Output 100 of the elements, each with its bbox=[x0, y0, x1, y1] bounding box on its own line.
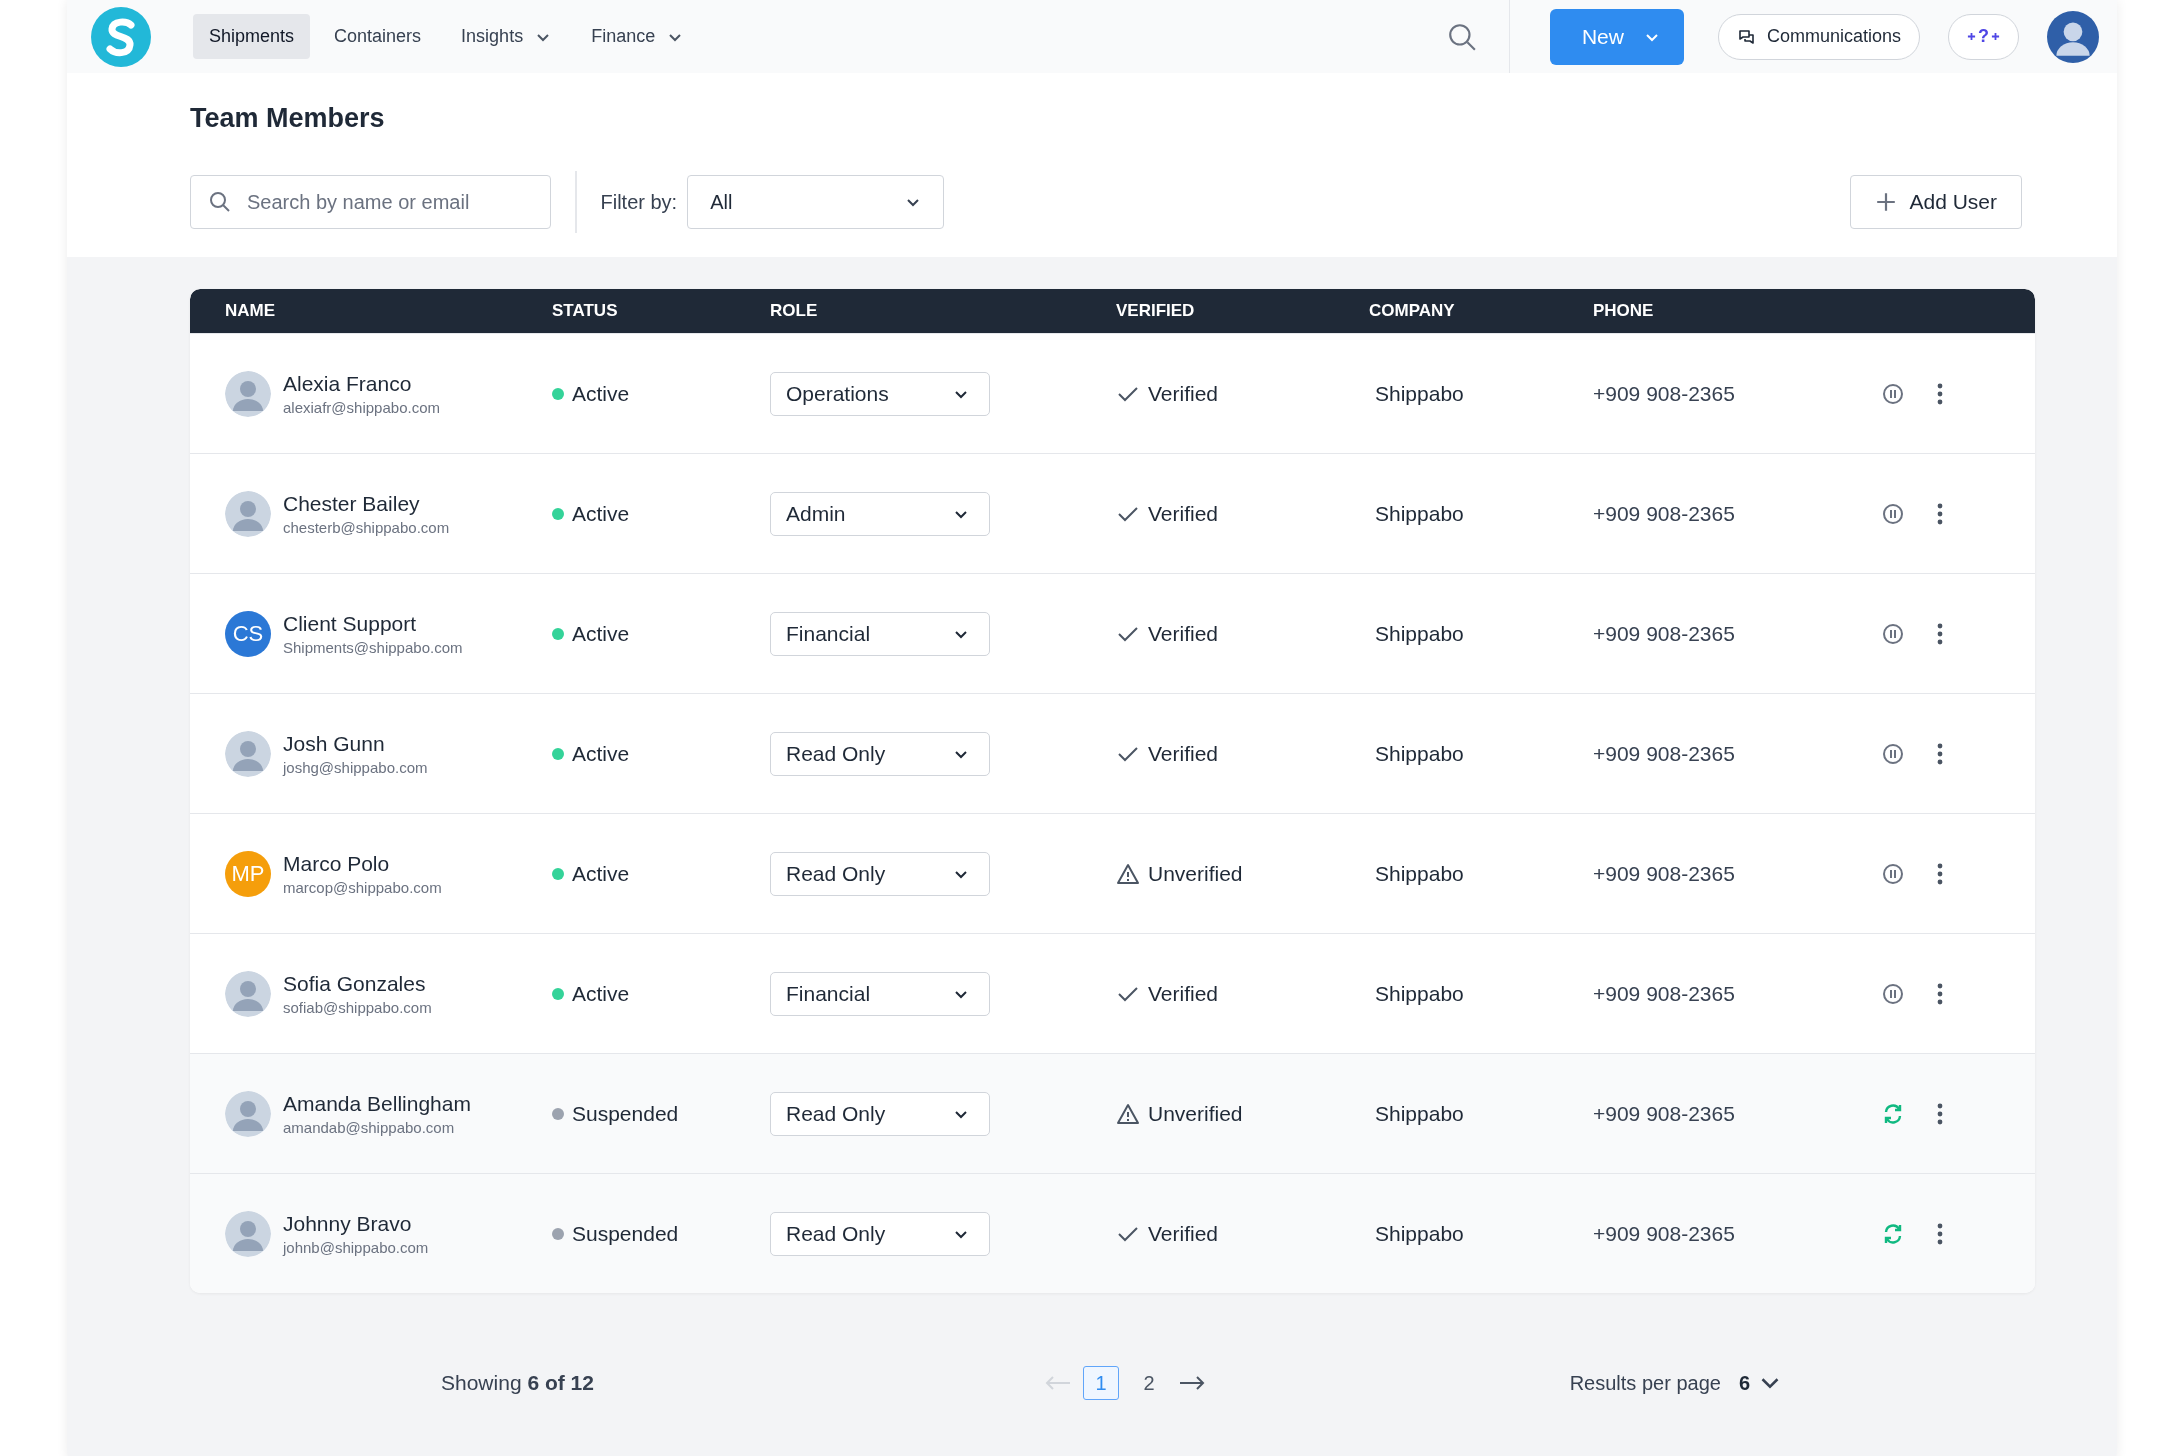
phone-number: +909 908-2365 bbox=[1593, 621, 1735, 645]
role-dropdown[interactable]: Read Only bbox=[770, 731, 990, 776]
add-user-button[interactable]: Add User bbox=[1850, 175, 2022, 229]
member-email: sofiab@shippabo.com bbox=[283, 998, 432, 1016]
member-email: alexiafr@shippabo.com bbox=[283, 398, 440, 416]
search-icon bbox=[208, 190, 232, 214]
plus-icon bbox=[1875, 191, 1898, 213]
more-icon[interactable] bbox=[1937, 502, 1943, 525]
role-dropdown[interactable]: Financial bbox=[770, 611, 990, 656]
status-text: Active bbox=[572, 621, 630, 646]
verification-status: Verified bbox=[1148, 1221, 1219, 1246]
company-name: Shippabo bbox=[1375, 501, 1464, 525]
status-text: Active bbox=[572, 861, 630, 886]
member-name: Amanda Bellingham bbox=[283, 1091, 471, 1116]
member-email: johnb@shippabo.com bbox=[283, 1238, 429, 1256]
phone-number: +909 908-2365 bbox=[1593, 1221, 1735, 1245]
company-name: Shippabo bbox=[1375, 1221, 1464, 1245]
role-dropdown[interactable]: Financial bbox=[770, 971, 990, 1016]
phone-number: +909 908-2365 bbox=[1593, 861, 1735, 885]
role-dropdown[interactable]: Read Only bbox=[770, 1211, 990, 1256]
verification-status: Unverified bbox=[1148, 1101, 1243, 1126]
verification-status: Verified bbox=[1148, 981, 1219, 1006]
verification-status: Unverified bbox=[1148, 861, 1243, 886]
member-email: joshg@shippabo.com bbox=[283, 758, 428, 776]
pause-icon[interactable] bbox=[1881, 861, 1905, 886]
column-header: COMPANY bbox=[1369, 301, 1456, 321]
pause-icon[interactable] bbox=[1881, 381, 1905, 406]
role-dropdown[interactable]: Read Only bbox=[770, 1091, 990, 1136]
filter-dropdown[interactable]: All bbox=[687, 175, 945, 229]
results-per-page-dropdown[interactable]: 6 bbox=[1738, 1371, 1780, 1395]
status-text: Active bbox=[572, 981, 630, 1006]
sparkle-icon bbox=[1991, 32, 2000, 41]
phone-number: +909 908-2365 bbox=[1593, 981, 1735, 1005]
company-name: Shippabo bbox=[1375, 1101, 1464, 1125]
status-text: Suspended bbox=[572, 1221, 679, 1246]
phone-number: +909 908-2365 bbox=[1593, 741, 1735, 765]
initials-avatar: CS bbox=[225, 610, 271, 657]
pause-icon[interactable] bbox=[1881, 981, 1905, 1006]
company-name: Shippabo bbox=[1375, 381, 1464, 405]
member-name: Johnny Bravo bbox=[283, 1211, 413, 1236]
column-header: STATUS bbox=[552, 301, 619, 321]
pause-icon[interactable] bbox=[1881, 501, 1905, 526]
avatar-silhouette bbox=[225, 490, 271, 537]
member-name: Josh Gunn bbox=[283, 731, 386, 756]
member-name: Chester Bailey bbox=[283, 491, 421, 516]
page-title: Team Members bbox=[190, 103, 386, 135]
more-icon[interactable] bbox=[1937, 622, 1943, 645]
column-header: VERIFIED bbox=[1116, 301, 1196, 321]
member-email: marcop@shippabo.com bbox=[283, 878, 442, 896]
role-dropdown[interactable]: Operations bbox=[770, 371, 990, 416]
member-email: amandab@shippabo.com bbox=[283, 1118, 456, 1136]
member-name: Client Support bbox=[283, 611, 418, 636]
more-icon[interactable] bbox=[1937, 1102, 1943, 1125]
column-header: ROLE bbox=[770, 301, 819, 321]
user-avatar[interactable] bbox=[2047, 10, 2099, 63]
avatar-silhouette bbox=[225, 730, 271, 777]
member-email: chesterb@shippabo.com bbox=[283, 518, 450, 536]
company-name: Shippabo bbox=[1375, 981, 1464, 1005]
phone-number: +909 908-2365 bbox=[1593, 501, 1735, 525]
member-name: Marco Polo bbox=[283, 851, 391, 876]
more-icon[interactable] bbox=[1937, 982, 1943, 1005]
results-count: Showing 6 of 12 bbox=[441, 1371, 595, 1395]
pause-icon[interactable] bbox=[1881, 621, 1905, 646]
nav-tab[interactable]: Containers bbox=[318, 14, 438, 59]
results-per-page-label: Results per page bbox=[1569, 1371, 1721, 1395]
status-text: Suspended bbox=[572, 1101, 679, 1126]
more-icon[interactable] bbox=[1937, 1222, 1943, 1245]
phone-number: +909 908-2365 bbox=[1593, 381, 1735, 405]
sparkle-icon bbox=[1967, 32, 1976, 41]
next-page-arrow-icon[interactable] bbox=[1179, 1375, 1205, 1391]
avatar-silhouette bbox=[225, 970, 271, 1017]
more-icon[interactable] bbox=[1937, 862, 1943, 885]
member-email: Shipments@shippabo.com bbox=[283, 638, 463, 656]
column-header: PHONE bbox=[1593, 301, 1655, 321]
more-icon[interactable] bbox=[1937, 382, 1943, 405]
member-name: Sofia Gonzales bbox=[283, 971, 427, 996]
help-button[interactable]: ? bbox=[1948, 13, 2019, 60]
more-icon[interactable] bbox=[1937, 742, 1943, 765]
status-text: Active bbox=[572, 741, 630, 766]
status-text: Active bbox=[572, 501, 630, 526]
company-name: Shippabo bbox=[1375, 621, 1464, 645]
verification-status: Verified bbox=[1148, 621, 1219, 646]
search-field[interactable]: Search by name or email bbox=[190, 175, 551, 229]
verification-status: Verified bbox=[1148, 501, 1219, 526]
search-icon[interactable] bbox=[1446, 21, 1477, 52]
company-name: Shippabo bbox=[1375, 741, 1464, 765]
communications-button[interactable]: Communications bbox=[1717, 13, 1920, 60]
role-dropdown[interactable]: Admin bbox=[770, 491, 990, 536]
avatar-silhouette bbox=[225, 370, 271, 417]
nav-tab[interactable]: Insights bbox=[445, 14, 568, 59]
nav-tab[interactable]: Shipments bbox=[193, 14, 311, 59]
page-number[interactable]: 2 bbox=[1131, 1366, 1167, 1400]
avatar-silhouette bbox=[225, 1210, 271, 1257]
pause-icon[interactable] bbox=[1881, 741, 1905, 766]
company-name: Shippabo bbox=[1375, 861, 1464, 885]
role-dropdown[interactable]: Read Only bbox=[770, 851, 990, 896]
nav-tab[interactable]: Finance bbox=[575, 14, 700, 59]
initials-avatar: MP bbox=[225, 850, 271, 897]
filter-label: Filter by: bbox=[600, 190, 678, 214]
verification-status: Verified bbox=[1148, 381, 1219, 406]
